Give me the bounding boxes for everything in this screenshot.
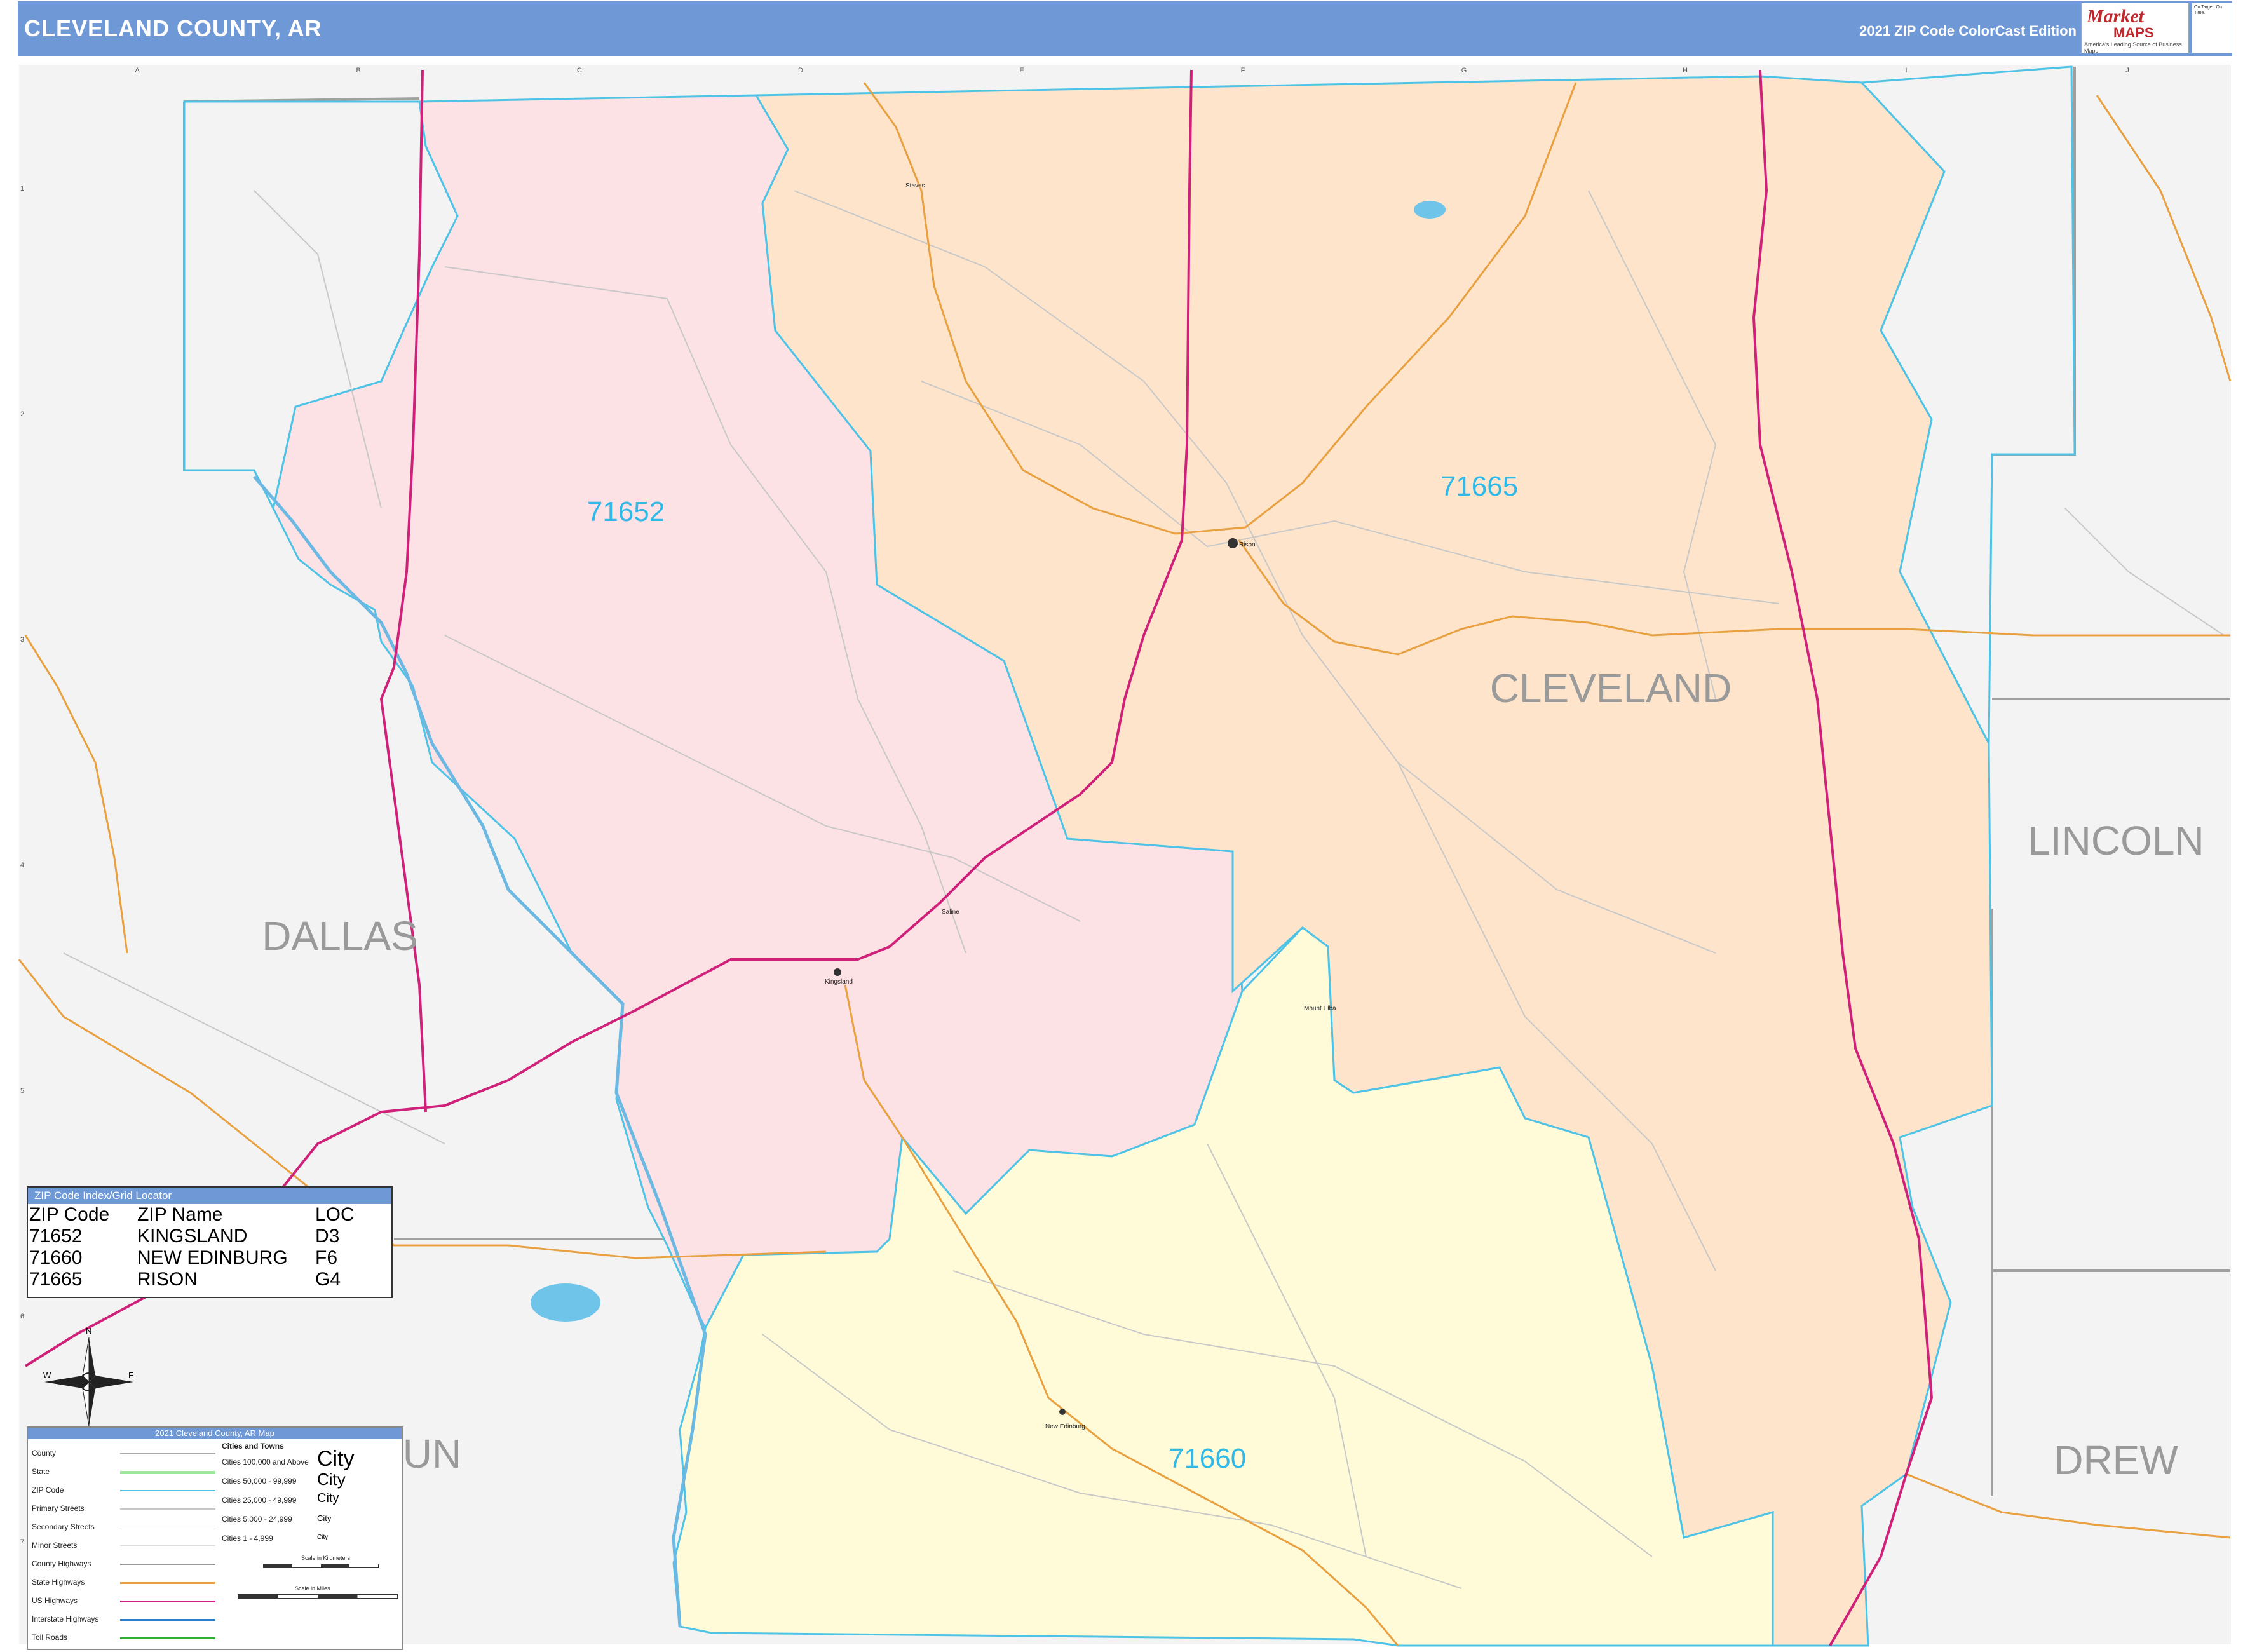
grid-row: 5 — [20, 1087, 24, 1095]
city-size-5: Cities 1 - 4,999 — [222, 1534, 273, 1543]
grid-col: E — [1019, 67, 1024, 74]
town-label-rison: Rison — [1239, 541, 1256, 548]
legend-title: 2021 Cleveland County, AR Map — [28, 1428, 402, 1439]
legend-item-county-hwy: County Highways — [32, 1559, 91, 1568]
county-label-dallas: DALLAS — [262, 913, 417, 959]
legend-line-toll — [120, 1637, 215, 1639]
zip-label-71665: 71665 — [1440, 471, 1518, 502]
county-label-drew: DREW — [2054, 1437, 2178, 1483]
city-size-3: Cities 25,000 - 49,999 — [222, 1496, 297, 1505]
grid-col: J — [2125, 67, 2129, 74]
header-loc: LOC — [315, 1204, 355, 1225]
grid-col: I — [1905, 67, 1907, 74]
zip-label-71652: 71652 — [587, 496, 665, 527]
scale-km-bar — [263, 1564, 379, 1568]
town-label-new-edinburg: New Edinburg — [1045, 1423, 1085, 1430]
table-row[interactable]: 71660 NEW EDINBURG F6 — [29, 1247, 361, 1269]
legend-item-state-hwy: State Highways — [32, 1578, 85, 1587]
compass-e: E — [128, 1371, 134, 1380]
name-cell: NEW EDINBURG — [137, 1247, 288, 1268]
table-header-row: ZIP Code ZIP Name LOC — [29, 1204, 361, 1226]
town-label-mount-elba: Mount Elba — [1304, 1005, 1336, 1012]
legend-line-us-hwy — [120, 1601, 215, 1602]
grid-row: 6 — [20, 1313, 24, 1320]
grid-col: F — [1241, 67, 1245, 74]
table-row[interactable]: 71665 RISON G4 — [29, 1269, 361, 1290]
city-symbol-4: City — [317, 1513, 332, 1523]
legend-item-us-hwy: US Highways — [32, 1596, 78, 1605]
grid-col: C — [577, 67, 582, 74]
legend-item-county: County — [32, 1449, 57, 1458]
compass-w: W — [43, 1371, 51, 1380]
scale-mi-label: Scale in Miles — [295, 1585, 330, 1592]
grid-col: D — [798, 67, 803, 74]
town-dot — [834, 968, 841, 976]
town-label-saline: Saline — [942, 909, 959, 916]
legend-item-state: State — [32, 1467, 50, 1476]
legend-item-primary: Primary Streets — [32, 1504, 85, 1513]
zip-cell: 71665 — [29, 1269, 83, 1290]
legend-line-minor — [120, 1545, 215, 1546]
legend-line-interstate — [120, 1619, 215, 1621]
table-row[interactable]: 71652 KINGSLAND D3 — [29, 1226, 361, 1247]
legend-line-state-hwy — [120, 1582, 215, 1584]
legend-panel: 2021 Cleveland County, AR Map County Sta… — [27, 1426, 403, 1650]
city-size-1: Cities 100,000 and Above — [222, 1458, 309, 1466]
grid-col: G — [1461, 67, 1467, 74]
zip-index-panel: ZIP Code Index/Grid Locator ZIP Code ZIP… — [27, 1186, 393, 1298]
loc-cell: G4 — [315, 1269, 341, 1290]
grid-col: H — [1683, 67, 1688, 74]
scale-mi-bar — [238, 1594, 398, 1599]
legend-item-interstate: Interstate Highways — [32, 1615, 99, 1623]
grid-row: 1 — [20, 185, 24, 193]
city-size-2: Cities 50,000 - 99,999 — [222, 1477, 297, 1486]
grid-col: B — [356, 67, 360, 74]
legend-line-county — [120, 1453, 215, 1454]
town-dot — [1059, 1409, 1066, 1415]
header-zip: ZIP Code — [29, 1204, 110, 1225]
city-symbol-1: City — [317, 1447, 355, 1471]
lake — [1414, 201, 1446, 219]
legend-line-primary — [120, 1508, 215, 1510]
legend-item-secondary: Secondary Streets — [32, 1522, 95, 1531]
grid-col: A — [135, 67, 140, 74]
scale-km-label: Scale in Kilometers — [301, 1555, 351, 1561]
town-label-staves: Staves — [905, 182, 925, 189]
legend-line-state — [120, 1471, 215, 1474]
zip-cell: 71660 — [29, 1247, 83, 1268]
city-symbol-3: City — [317, 1491, 339, 1505]
county-map[interactable]: CLEVELAND DALLAS LINCOLN DREW UN 71652 7… — [0, 0, 2250, 1652]
county-label-union: UN — [403, 1431, 461, 1477]
loc-cell: D3 — [315, 1226, 340, 1247]
city-symbol-5: City — [317, 1534, 329, 1541]
zip-index-title: ZIP Code Index/Grid Locator — [28, 1188, 391, 1204]
grid-row: 2 — [20, 410, 24, 418]
grid-row: 7 — [20, 1538, 24, 1546]
legend-item-minor: Minor Streets — [32, 1541, 78, 1550]
lake — [531, 1283, 600, 1322]
name-cell: KINGSLAND — [137, 1226, 248, 1247]
city-symbol-2: City — [317, 1470, 346, 1489]
city-size-4: Cities 5,000 - 24,999 — [222, 1515, 292, 1524]
compass-n: N — [86, 1326, 91, 1336]
legend-item-zip: ZIP Code — [32, 1486, 64, 1494]
name-cell: RISON — [137, 1269, 198, 1290]
zip-index-table: ZIP Code ZIP Name LOC 71652 KINGSLAND D3… — [29, 1204, 361, 1290]
legend-line-zip — [120, 1490, 215, 1491]
header-name: ZIP Name — [137, 1204, 223, 1225]
zip-cell: 71652 — [29, 1226, 83, 1247]
town-dot — [1228, 538, 1238, 548]
county-label-lincoln: LINCOLN — [2028, 818, 2204, 863]
grid-row: 3 — [20, 636, 24, 644]
loc-cell: F6 — [315, 1247, 338, 1268]
legend-line-county-hwy — [120, 1564, 215, 1565]
zip-label-71660: 71660 — [1169, 1443, 1246, 1474]
grid-row: 4 — [20, 862, 24, 869]
legend-item-toll: Toll Roads — [32, 1633, 68, 1642]
county-label-cleveland: CLEVELAND — [1490, 665, 1732, 711]
town-label-kingsland: Kingsland — [825, 978, 853, 985]
cities-title: Cities and Towns — [222, 1442, 284, 1451]
